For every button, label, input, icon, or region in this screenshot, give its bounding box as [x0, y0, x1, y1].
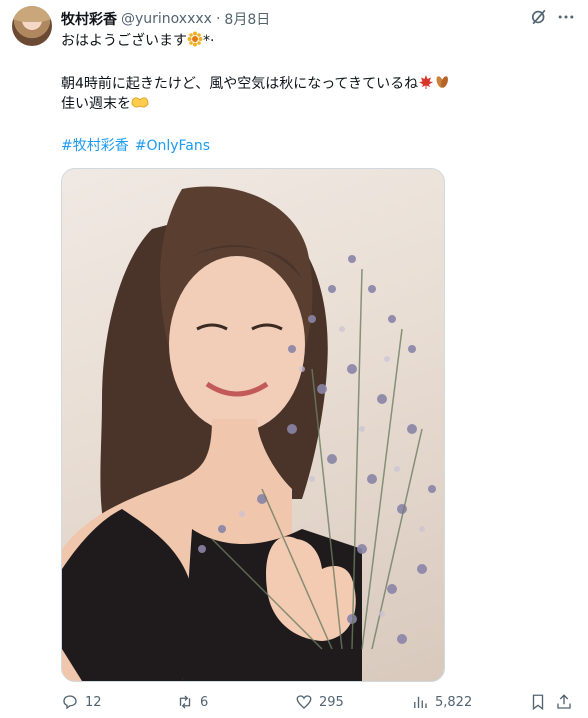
tweet-header: 牧村彩香 @yurinoxxxx · 8月8日	[61, 9, 270, 29]
hashtag-link[interactable]: #OnlyFans	[135, 138, 210, 154]
tweet-text-line-1: おはようございます *·	[61, 31, 214, 53]
hashtags: #牧村彩香 #OnlyFans	[61, 136, 216, 156]
reply-icon	[63, 695, 77, 710]
tweet-photo[interactable]	[61, 168, 445, 682]
tweet-sparkle: *·	[203, 33, 215, 49]
hashtag-link[interactable]: #牧村彩香	[61, 138, 129, 154]
maple-leaf-icon	[418, 74, 434, 96]
share-button[interactable]	[555, 688, 573, 716]
tweet-date[interactable]: 8月8日	[224, 9, 270, 29]
sun-flower-icon	[187, 31, 203, 53]
like-button[interactable]: 295	[295, 688, 344, 716]
tweet-actions: 12 6 295 5,822	[61, 688, 581, 716]
repost-button[interactable]: 6	[176, 688, 208, 716]
grok-icon[interactable]	[529, 7, 553, 31]
views-button[interactable]: 5,822	[411, 688, 472, 716]
photo-illustration	[62, 186, 436, 681]
tweet-body: 朝4時前に起きたけど、風や空気は秋になってきているね	[61, 76, 419, 92]
heart-icon	[296, 695, 312, 709]
bookmark-button[interactable]	[529, 688, 547, 716]
separator: ·	[215, 11, 221, 27]
fallen-leaf-icon	[434, 74, 450, 96]
tweet-text-line-3: 佳い週末を	[61, 94, 149, 116]
repost-count: 6	[200, 694, 209, 710]
author-handle[interactable]: @yurinoxxxx	[121, 11, 212, 27]
tweet: 牧村彩香 @yurinoxxxx · 8月8日 おはようございます *· 朝4時前…	[0, 0, 588, 718]
avatar[interactable]	[12, 6, 52, 46]
tweet-text-line-2: 朝4時前に起きたけど、風や空気は秋になってきているね	[61, 74, 450, 96]
reply-button[interactable]: 12	[61, 688, 102, 716]
repost-icon	[179, 695, 191, 709]
views-icon	[414, 696, 427, 708]
author-name[interactable]: 牧村彩香	[61, 9, 117, 29]
tweet-greeting: おはようございます	[61, 33, 187, 49]
more-icon[interactable]	[556, 7, 580, 31]
heart-hands-icon	[131, 94, 149, 116]
share-icon	[557, 694, 571, 709]
views-count: 5,822	[435, 694, 473, 710]
bookmark-icon	[532, 694, 544, 711]
reply-count: 12	[85, 694, 102, 710]
tweet-closing: 佳い週末を	[61, 96, 131, 112]
like-count: 295	[319, 694, 344, 710]
